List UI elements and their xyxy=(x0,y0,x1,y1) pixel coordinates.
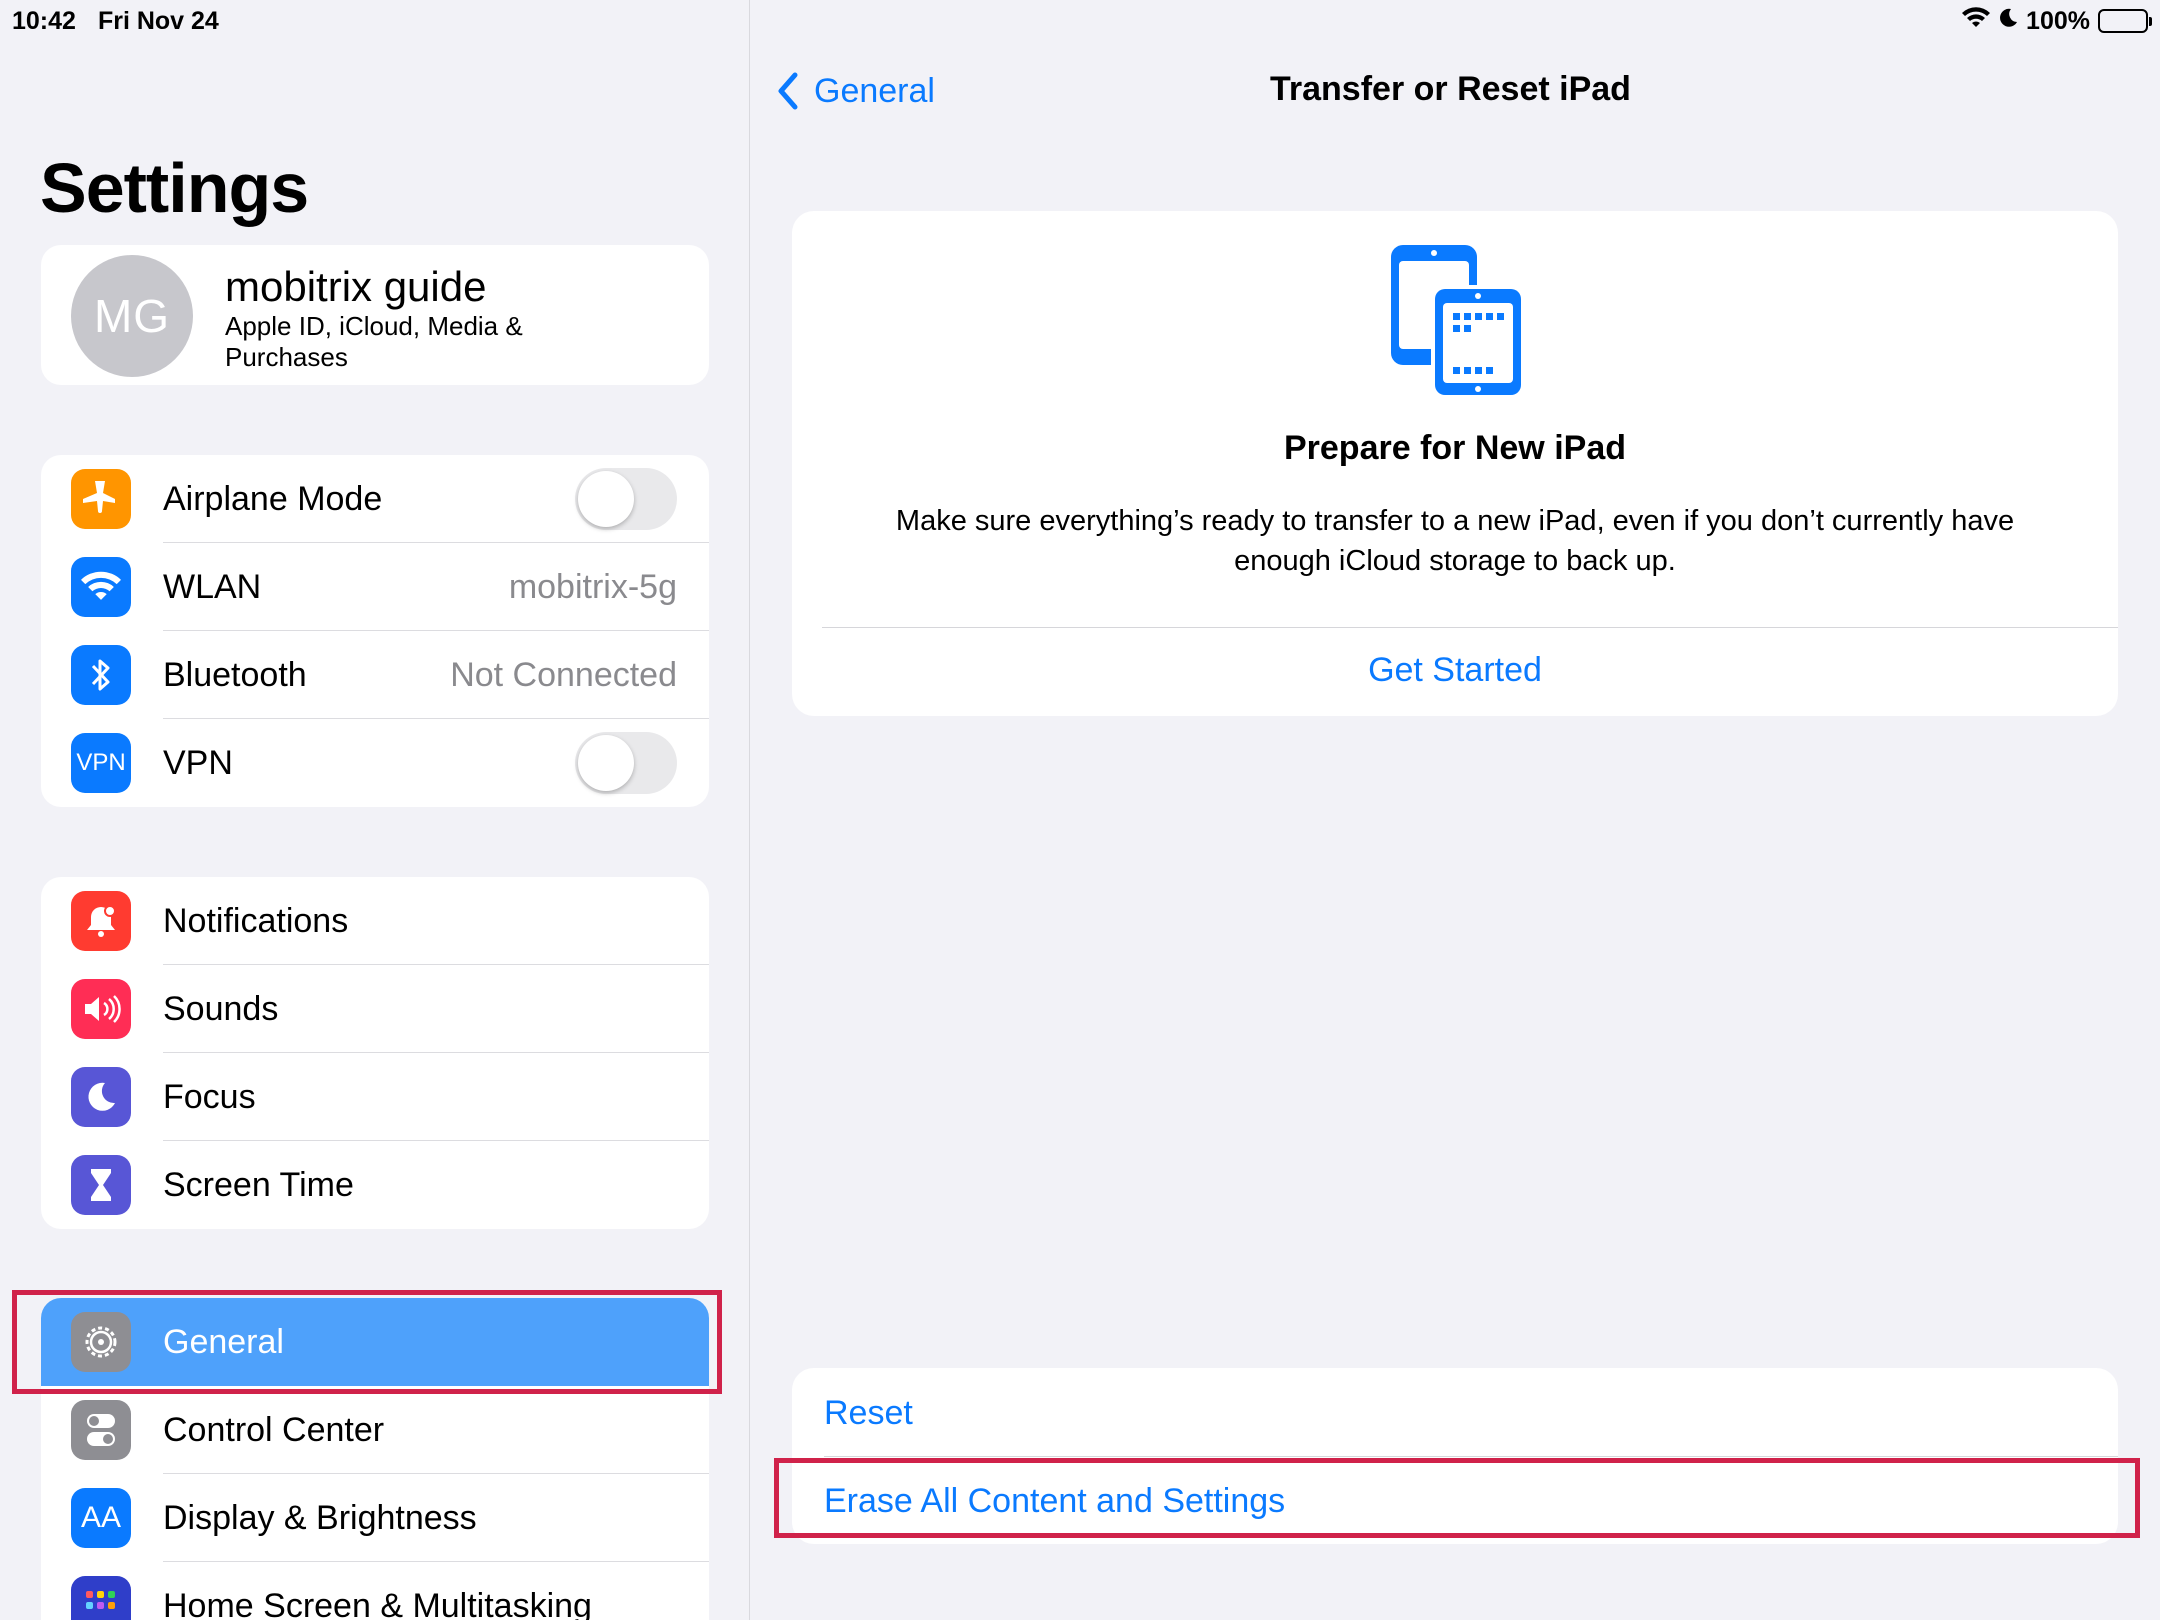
moon-icon xyxy=(71,1067,131,1127)
sidebar-item-home-screen[interactable]: Home Screen & Multitasking xyxy=(41,1562,709,1620)
general-group: General Control Center AA Display & Brig… xyxy=(41,1298,709,1620)
airplane-mode-toggle[interactable] xyxy=(575,468,677,530)
sidebar-item-label: Notifications xyxy=(163,902,349,940)
sidebar-item-notifications[interactable]: Notifications xyxy=(41,877,709,965)
sidebar-item-display-brightness[interactable]: AA Display & Brightness xyxy=(41,1474,709,1562)
bluetooth-icon xyxy=(71,645,131,705)
sidebar-item-label: Focus xyxy=(163,1078,256,1116)
sidebar-item-screen-time[interactable]: Screen Time xyxy=(41,1141,709,1229)
chevron-left-icon xyxy=(778,72,798,110)
sidebar-item-label: Screen Time xyxy=(163,1166,354,1204)
sidebar-item-bluetooth[interactable]: Bluetooth Not Connected xyxy=(41,631,709,719)
home-grid-icon xyxy=(71,1576,131,1620)
sidebar-item-label: Control Center xyxy=(163,1411,385,1449)
back-label: General xyxy=(814,71,935,110)
sidebar-item-label: Airplane Mode xyxy=(163,480,383,518)
page-title: Transfer or Reset iPad xyxy=(1270,70,1631,108)
divider xyxy=(824,1456,2118,1457)
battery-icon xyxy=(2098,9,2152,33)
sidebar-item-vpn[interactable]: VPN VPN xyxy=(41,719,709,807)
battery-percent: 100% xyxy=(2026,6,2090,35)
reset-group: Reset Erase All Content and Settings xyxy=(792,1368,2118,1544)
gear-icon xyxy=(71,1312,131,1372)
hourglass-icon xyxy=(71,1155,131,1215)
reset-button[interactable]: Reset xyxy=(824,1394,913,1433)
wifi-status-icon xyxy=(1962,6,1991,36)
bluetooth-status-value: Not Connected xyxy=(450,656,677,694)
airplane-icon xyxy=(71,469,131,529)
profile-name: mobitrix guide xyxy=(225,263,487,310)
bell-icon xyxy=(71,891,131,951)
sidebar-item-control-center[interactable]: Control Center xyxy=(41,1386,709,1474)
prepare-title: Prepare for New iPad xyxy=(1283,429,1626,467)
sidebar-item-focus[interactable]: Focus xyxy=(41,1053,709,1141)
moon-status-icon xyxy=(1998,7,2018,36)
wlan-network-value: mobitrix-5g xyxy=(508,568,677,606)
divider xyxy=(822,627,2118,628)
sidebar-item-label: Home Screen & Multitasking xyxy=(163,1587,592,1620)
sidebar-item-label: WLAN xyxy=(163,568,262,606)
ipad-transfer-icon xyxy=(1391,245,1523,397)
sidebar-item-label: Bluetooth xyxy=(163,656,307,694)
toggles-icon xyxy=(71,1400,131,1460)
notifications-group: Notifications Sounds Focus Screen Time xyxy=(41,877,709,1229)
apple-id-card[interactable]: MG mobitrix guide Apple ID, iCloud, Medi… xyxy=(41,245,709,385)
sidebar-item-airplane-mode[interactable]: Airplane Mode xyxy=(41,455,709,543)
get-started-button[interactable]: Get Started xyxy=(792,651,2118,690)
sidebar-item-label: General xyxy=(163,1323,284,1361)
avatar: MG xyxy=(71,255,193,377)
prepare-description: Make sure everything’s ready to transfer… xyxy=(895,505,2015,577)
erase-all-content-button[interactable]: Erase All Content and Settings xyxy=(824,1482,1285,1521)
sidebar-item-sounds[interactable]: Sounds xyxy=(41,965,709,1053)
settings-sidebar: Settings MG mobitrix guide Apple ID, iCl… xyxy=(0,0,750,1620)
sidebar-item-wlan[interactable]: WLAN mobitrix-5g xyxy=(41,543,709,631)
prepare-new-ipad-card: Prepare for New iPad Make sure everythin… xyxy=(792,211,2118,716)
speaker-icon xyxy=(71,979,131,1039)
back-button[interactable]: General xyxy=(776,66,935,116)
vpn-icon: VPN xyxy=(71,733,131,793)
sidebar-item-label: VPN xyxy=(163,744,233,782)
connectivity-group: Airplane Mode WLAN mobitrix-5g Bluetooth… xyxy=(41,455,709,807)
wifi-icon xyxy=(71,557,131,617)
vpn-toggle[interactable] xyxy=(575,732,677,794)
sidebar-title: Settings xyxy=(40,149,309,227)
status-bar-right: 100% xyxy=(1962,4,2152,38)
sidebar-item-label: Display & Brightness xyxy=(163,1499,477,1537)
text-size-icon: AA xyxy=(71,1488,131,1548)
profile-subtitle: Apple ID, iCloud, Media & Purchases xyxy=(225,311,523,372)
sidebar-item-general[interactable]: General xyxy=(41,1298,709,1386)
sidebar-item-label: Sounds xyxy=(163,990,279,1028)
